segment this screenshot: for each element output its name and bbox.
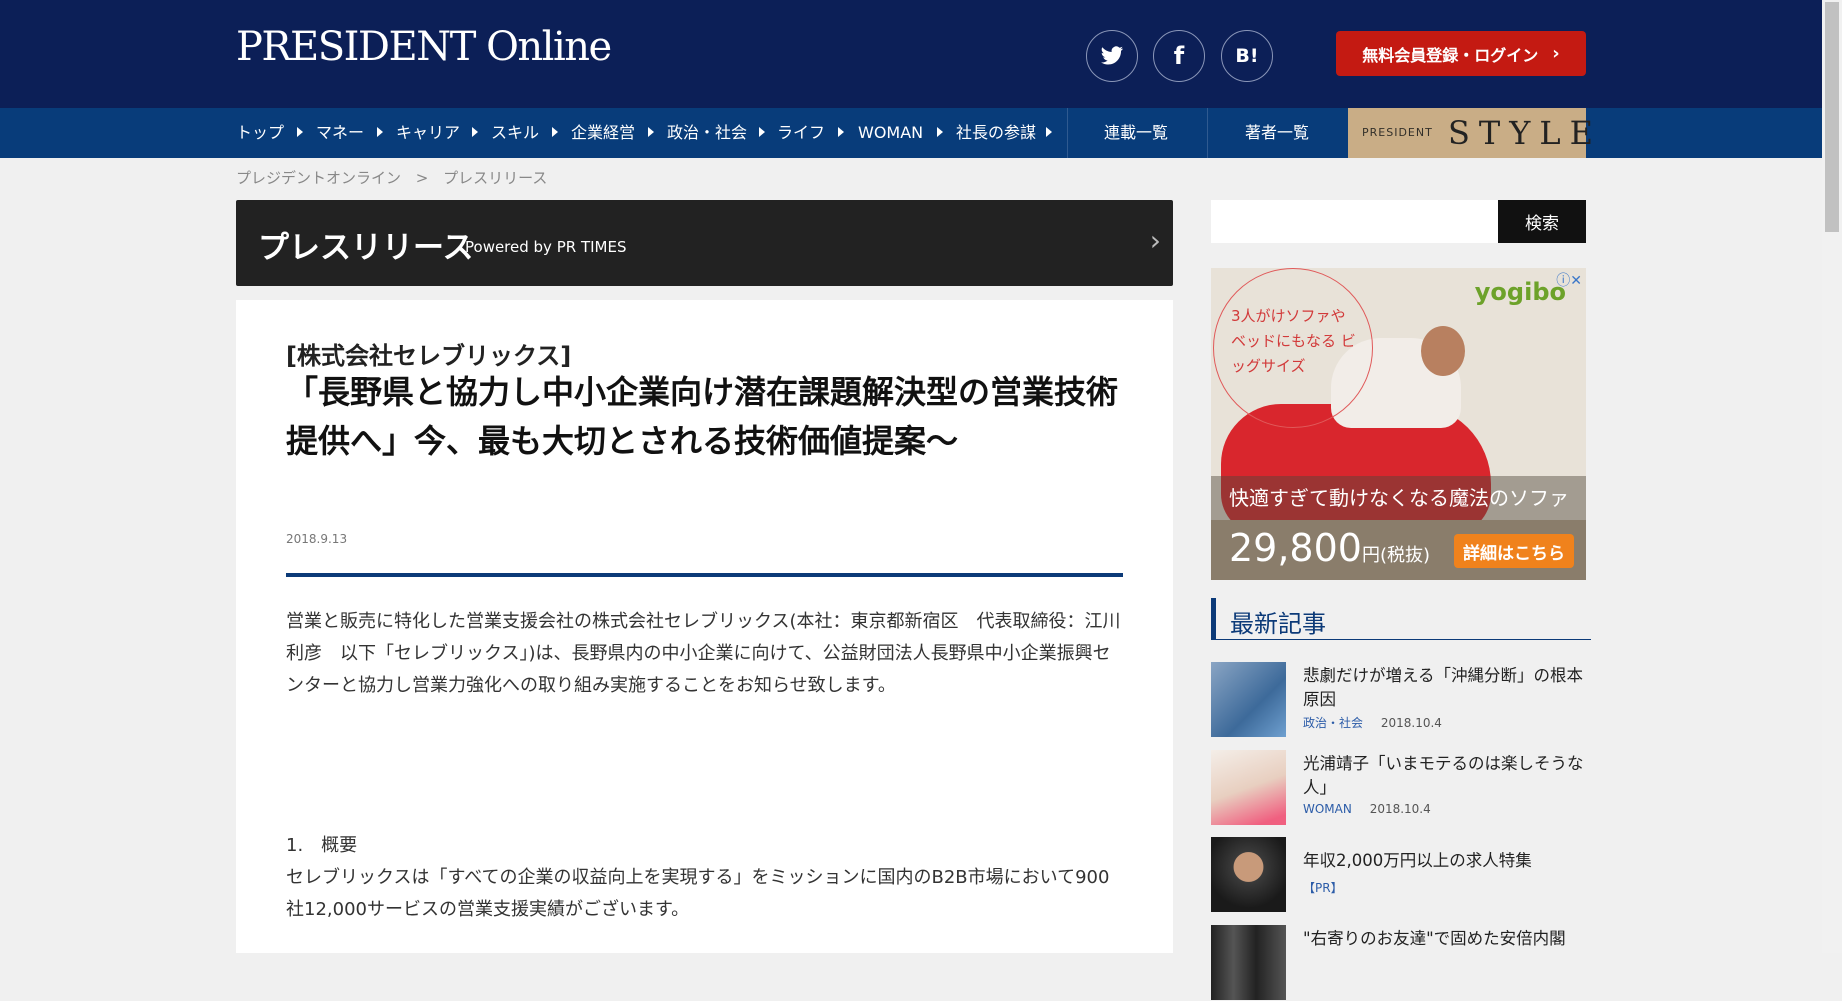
hatena-bookmark-icon[interactable]: B! xyxy=(1221,30,1273,82)
nav-item-woman[interactable]: WOMAN xyxy=(858,108,923,158)
news-meta: WOMAN 2018.10.4 xyxy=(1303,802,1431,816)
news-thumbnail xyxy=(1211,750,1286,825)
news-thumbnail xyxy=(1211,837,1286,912)
nav-arrow-icon xyxy=(552,127,558,137)
article-paragraph: 営業と販売に特化した営業支援会社の株式会社セレブリックス(本社：東京都新宿区 代… xyxy=(286,611,1121,696)
breadcrumb-separator: > xyxy=(415,169,429,187)
article-date: 2018.9.13 xyxy=(286,532,348,546)
latest-articles-heading: 最新記事 xyxy=(1211,598,1591,640)
nav-arrow-icon xyxy=(838,127,844,137)
news-title: 悲劇だけが増える「沖縄分断」の根本原因 xyxy=(1303,666,1584,709)
style-banner-big: STYLE xyxy=(1448,114,1602,152)
ad-price-bar: 29,800円(税抜) 詳細はこちら xyxy=(1211,520,1586,580)
news-item[interactable]: "右寄りのお友達"で固めた安倍内閣 xyxy=(1211,925,1591,1001)
article-card: [株式会社セレブリックス] 「長野県と協力し中小企業向け潜在課題解決型の営業技術… xyxy=(236,300,1173,953)
news-category[interactable]: 【PR】 xyxy=(1303,881,1343,895)
nav-arrow-icon xyxy=(1046,127,1052,137)
hatena-glyph: B! xyxy=(1235,45,1259,67)
nav-arrow-icon xyxy=(648,127,654,137)
facebook-glyph: f xyxy=(1173,42,1185,70)
news-item[interactable]: 悲劇だけが増える「沖縄分断」の根本原因 政治・社会 2018.10.4 xyxy=(1211,662,1591,738)
page-scrollbar-thumb[interactable] xyxy=(1825,2,1839,232)
nav-item-top[interactable]: トップ xyxy=(236,108,284,158)
news-title: "右寄りのお友達"で固めた安倍内閣 xyxy=(1303,929,1566,948)
register-login-button[interactable]: 無料会員登録・ログイン › xyxy=(1336,31,1586,76)
nav-arrow-icon xyxy=(472,127,478,137)
nav-arrow-icon xyxy=(937,127,943,137)
news-category[interactable]: 政治・社会 xyxy=(1303,716,1363,730)
chevron-right-icon: › xyxy=(1149,224,1161,257)
news-date: 2018.10.4 xyxy=(1369,802,1431,816)
news-thumbnail xyxy=(1211,662,1286,737)
chevron-right-icon: › xyxy=(1552,43,1560,64)
news-title: 年収2,000万円以上の求人特集 xyxy=(1303,851,1532,870)
article-section-heading: 1. 概要 xyxy=(286,835,358,856)
nav-item-politics[interactable]: 政治・社会 xyxy=(667,108,747,158)
article-divider xyxy=(286,573,1123,577)
news-item[interactable]: 光浦靖子「いまモテるのは楽しそうな人」 WOMAN 2018.10.4 xyxy=(1211,750,1591,826)
nav-item-serial-list[interactable]: 連載一覧 xyxy=(1104,108,1168,158)
news-title: 光浦靖子「いまモテるのは楽しそうな人」 xyxy=(1303,754,1584,797)
search-button[interactable]: 検索 xyxy=(1498,200,1586,243)
press-release-title: プレスリリース xyxy=(258,230,474,266)
ad-circle-text: 3人がけソファや ベッドにもなる ビッグサイズ xyxy=(1231,307,1356,375)
ad-close-icon[interactable]: ⓘ✕ xyxy=(1556,270,1582,290)
nav-item-management[interactable]: 企業経営 xyxy=(571,108,635,158)
article-paragraph: セレブリックスは「すべての企業の収益向上を実現する」をミッションに国内のB2B市… xyxy=(286,867,1110,920)
article-headline: 「長野県と協力し中小企業向け潜在課題解決型の営業技術提供へ」今、最も大切とされる… xyxy=(286,373,1119,460)
facebook-icon[interactable]: f xyxy=(1153,30,1205,82)
news-item[interactable]: 年収2,000万円以上の求人特集 【PR】 xyxy=(1211,837,1591,913)
powered-by-text: Powered by PR TIMES xyxy=(465,238,627,256)
page-scrollbar-track[interactable] xyxy=(1822,0,1842,953)
breadcrumb: プレジデントオンライン > プレスリリース xyxy=(236,167,557,188)
search-input[interactable] xyxy=(1211,200,1498,243)
nav-item-career[interactable]: キャリア xyxy=(396,108,460,158)
news-thumbnail xyxy=(1211,925,1286,1000)
nav-item-skill[interactable]: スキル xyxy=(491,108,539,158)
login-label: 無料会員登録・ログイン xyxy=(1362,45,1539,65)
nav-divider xyxy=(1067,108,1068,158)
advertisement-banner[interactable]: 3人がけソファや ベッドにもなる ビッグサイズ yogibo ⓘ✕ 快適すぎて動… xyxy=(1211,268,1586,580)
ad-brand-logo: yogibo xyxy=(1474,278,1566,306)
ad-detail-button[interactable]: 詳細はこちら xyxy=(1454,534,1574,568)
news-category[interactable]: WOMAN xyxy=(1303,802,1352,816)
ad-tagline: 快適すぎて動けなくなる魔法のソファ xyxy=(1211,476,1586,520)
nav-arrow-icon xyxy=(297,127,303,137)
ad-person-head xyxy=(1421,326,1465,376)
nav-item-author-list[interactable]: 著者一覧 xyxy=(1245,108,1309,158)
news-date: 2018.10.4 xyxy=(1380,716,1442,730)
twitter-icon[interactable] xyxy=(1086,30,1138,82)
site-logo[interactable]: PRESIDENT Online xyxy=(236,24,612,70)
ad-price-value: 29,800 xyxy=(1229,526,1362,570)
breadcrumb-home[interactable]: プレジデントオンライン xyxy=(236,169,401,187)
nav-item-advisor[interactable]: 社長の参謀 xyxy=(956,108,1036,158)
latest-articles-title: 最新記事 xyxy=(1230,610,1326,638)
article-company: [株式会社セレブリックス] xyxy=(286,342,572,370)
breadcrumb-current[interactable]: プレスリリース xyxy=(443,169,547,187)
style-banner-small: PRESIDENT xyxy=(1362,126,1433,139)
nav-arrow-icon xyxy=(759,127,765,137)
ad-price: 29,800円(税抜) xyxy=(1229,526,1430,570)
news-meta: 【PR】 xyxy=(1303,879,1357,896)
site-header: PRESIDENT Online f B! 無料会員登録・ログイン › xyxy=(0,0,1822,108)
ad-price-unit: 円(税抜) xyxy=(1361,545,1431,566)
nav-arrow-icon xyxy=(377,127,383,137)
news-meta: 政治・社会 2018.10.4 xyxy=(1303,714,1442,731)
nav-divider xyxy=(1207,108,1208,158)
nav-item-life[interactable]: ライフ xyxy=(777,108,825,158)
nav-item-money[interactable]: マネー xyxy=(316,108,364,158)
press-release-bar[interactable]: プレスリリース Powered by PR TIMES › xyxy=(236,200,1173,286)
president-style-banner[interactable]: PRESIDENT STYLE xyxy=(1348,108,1593,158)
